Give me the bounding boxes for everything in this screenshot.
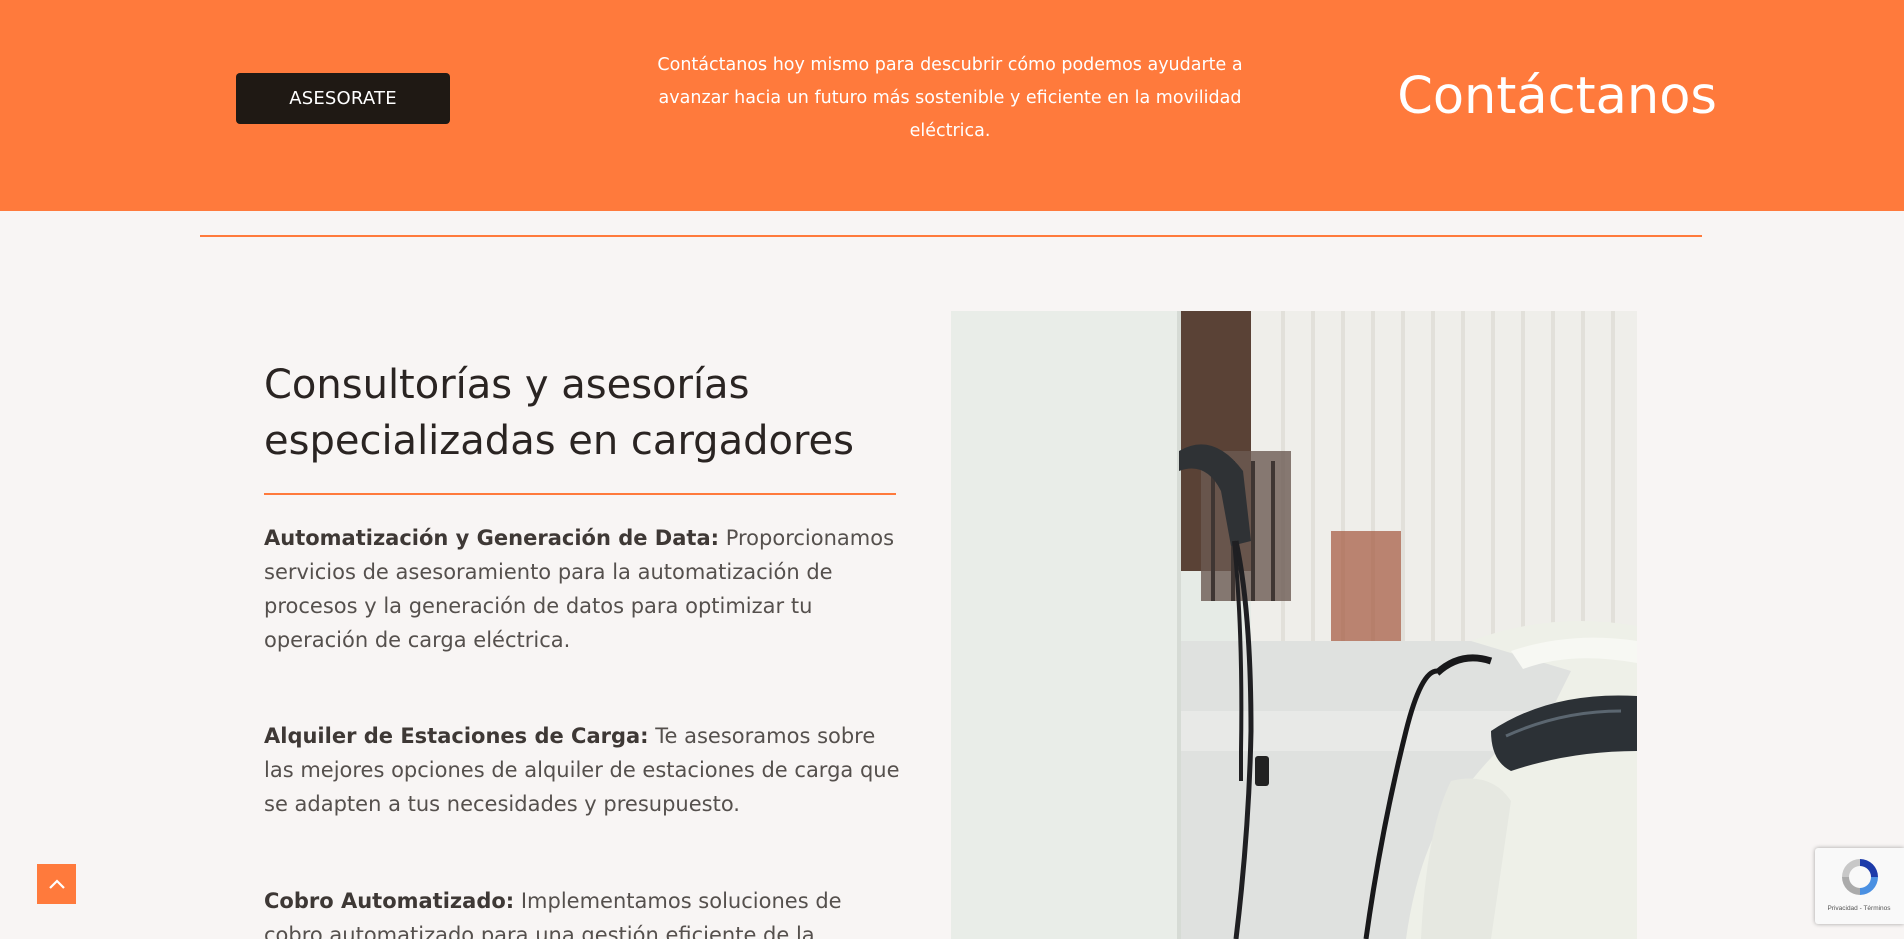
service-item-title: Automatización y Generación de Data: xyxy=(264,526,720,550)
section-heading: Consultorías y asesorías especializadas … xyxy=(264,362,854,464)
asesorate-button[interactable]: ASESORATE xyxy=(236,73,450,124)
ev-charging-photo xyxy=(951,311,1637,939)
ev-charging-illustration xyxy=(951,311,1637,939)
section-divider xyxy=(200,235,1702,237)
service-item-title: Cobro Automatizado: xyxy=(264,889,515,913)
service-item-automation: Automatización y Generación de Data: Pro… xyxy=(264,521,904,657)
banner-title: Contáctanos xyxy=(1397,67,1717,126)
heading-underline xyxy=(264,493,896,495)
service-item-rental: Alquiler de Estaciones de Carga: Te ases… xyxy=(264,719,904,821)
service-item-billing: Cobro Automatizado: Implementamos soluci… xyxy=(264,884,904,939)
banner-text: Contáctanos hoy mismo para descubrir cóm… xyxy=(657,55,1243,141)
recaptcha-icon xyxy=(1842,859,1878,895)
contact-banner: ASESORATE Contáctanos hoy mismo para des… xyxy=(0,0,1904,211)
recaptcha-links[interactable]: Privacidad - Términos xyxy=(1819,905,1899,912)
chevron-up-icon xyxy=(48,879,65,889)
recaptcha-badge[interactable]: Privacidad - Términos xyxy=(1815,848,1904,924)
scroll-to-top-button[interactable] xyxy=(37,864,76,904)
service-item-title: Alquiler de Estaciones de Carga: xyxy=(264,724,649,748)
